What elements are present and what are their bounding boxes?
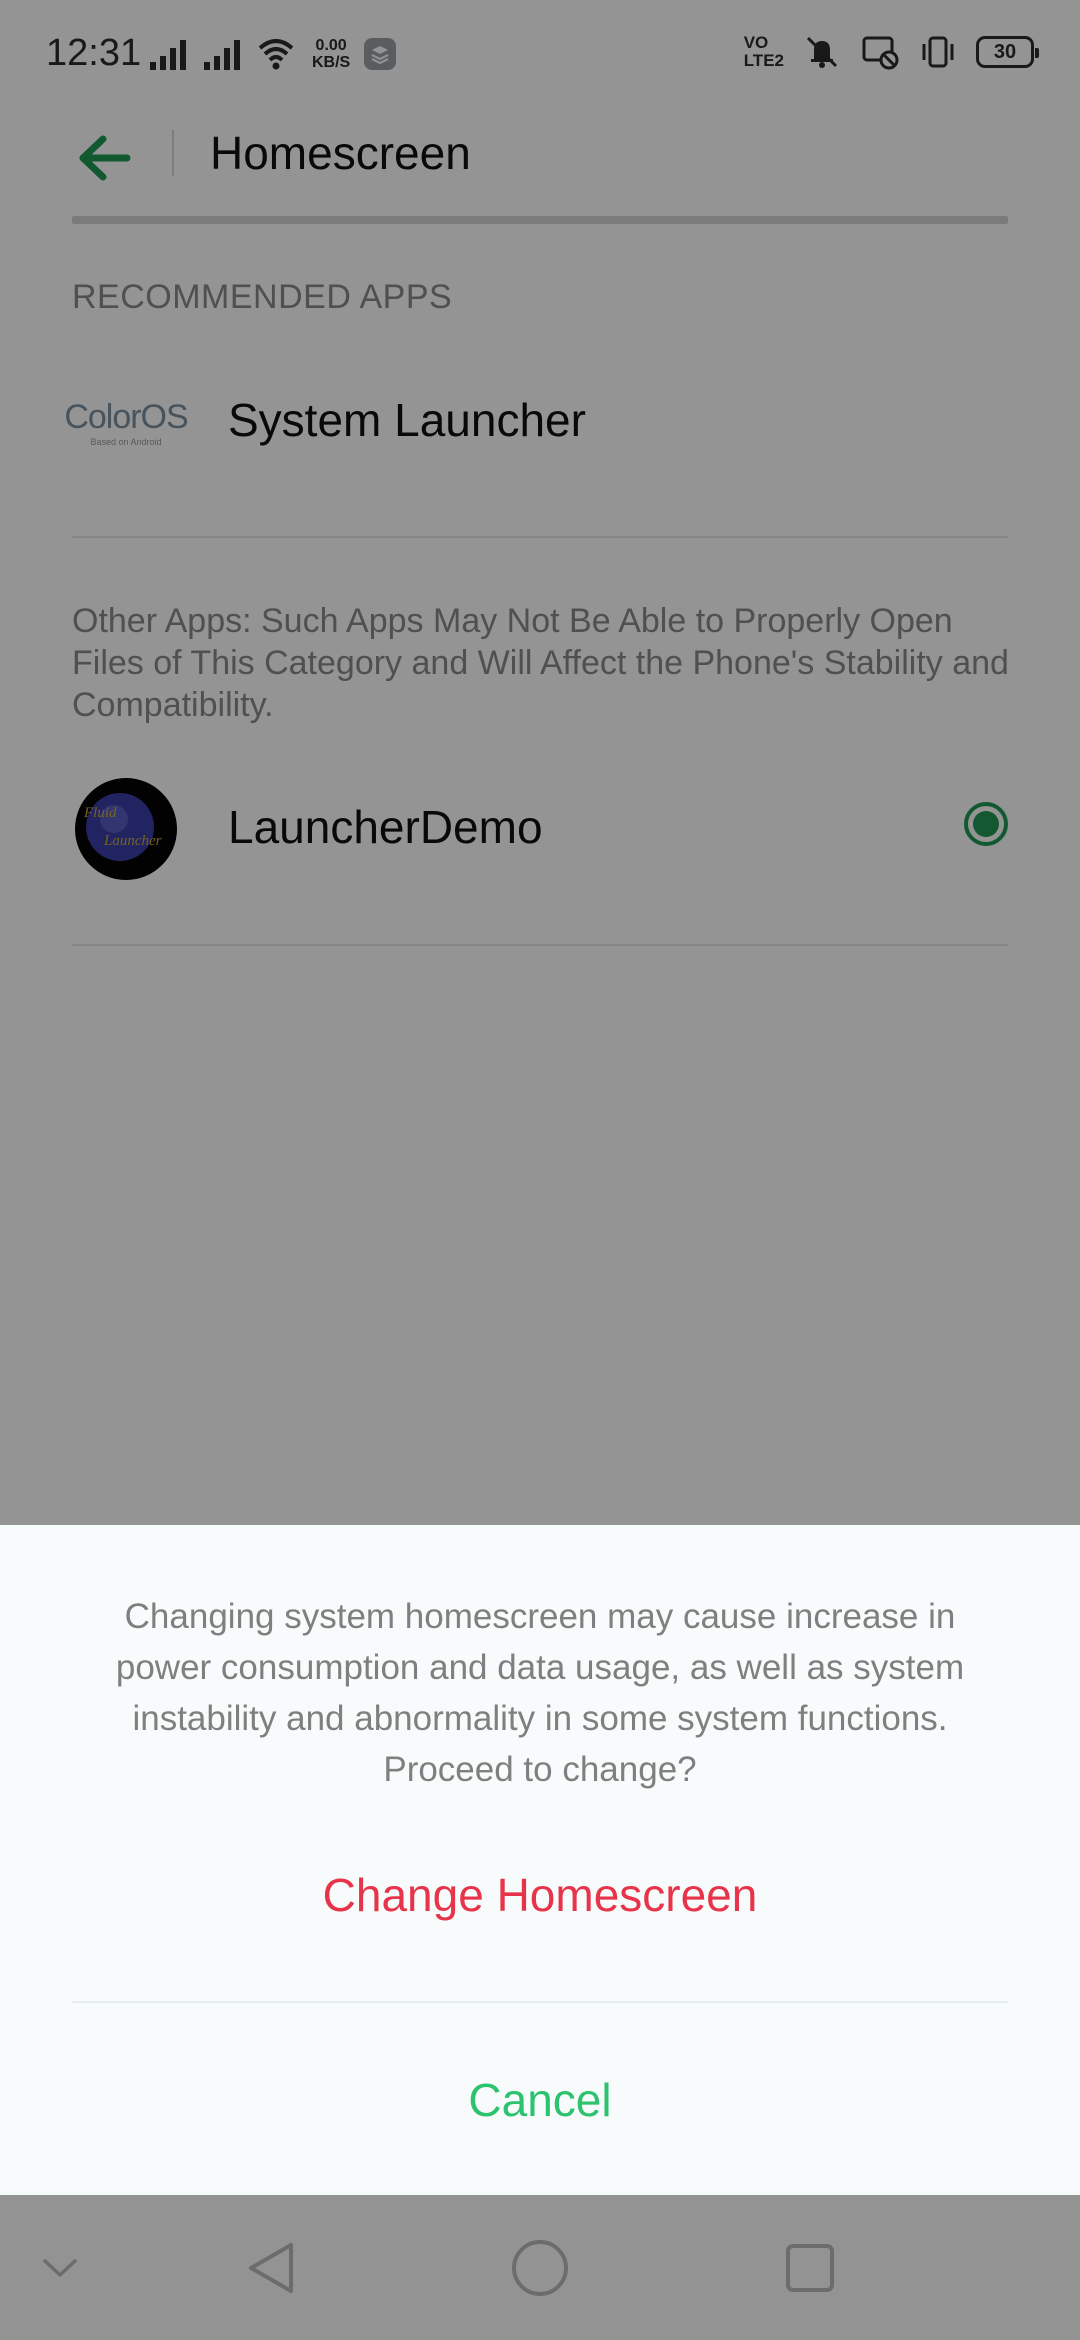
navigation-bar: [0, 2195, 1080, 2340]
cancel-button[interactable]: Cancel: [0, 2040, 1080, 2160]
home-circle-icon: [512, 2240, 568, 2296]
back-triangle-icon: [249, 2243, 293, 2293]
sheet-divider: [72, 2001, 1008, 2003]
sheet-message: Changing system homescreen may cause inc…: [115, 1597, 965, 1789]
nav-recents-button[interactable]: [775, 2233, 845, 2303]
recents-square-icon: [786, 2244, 834, 2292]
nav-home-button[interactable]: [505, 2233, 575, 2303]
change-homescreen-button[interactable]: Change Homescreen: [0, 1835, 1080, 1955]
change-homescreen-sheet: Changing system homescreen may cause inc…: [0, 1525, 1080, 2195]
nav-back-button[interactable]: [235, 2233, 305, 2303]
chevron-down-icon: [43, 2259, 77, 2277]
nav-hide-button[interactable]: [30, 2233, 90, 2303]
